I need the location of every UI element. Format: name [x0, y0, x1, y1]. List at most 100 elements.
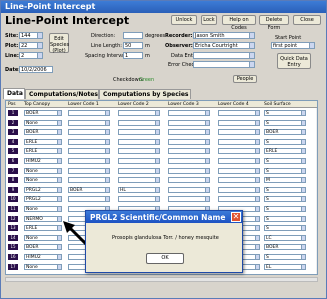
- chevron-down-icon[interactable]: [155, 178, 159, 183]
- chevron-down-icon[interactable]: [105, 197, 109, 202]
- soil-surface-select[interactable]: S: [264, 110, 306, 116]
- soil-surface-select[interactable]: LC: [264, 234, 306, 241]
- lower-code-select[interactable]: [218, 148, 260, 155]
- lower-code-select[interactable]: [118, 110, 160, 116]
- lower-code-select[interactable]: [118, 138, 160, 145]
- chevron-down-icon[interactable]: [255, 235, 259, 240]
- observer-field[interactable]: Ericha Courtright: [193, 42, 255, 49]
- top-canopy-select[interactable]: BOER: [24, 110, 62, 116]
- lower-code-select[interactable]: [118, 129, 160, 136]
- soil-surface-select[interactable]: S: [264, 186, 306, 193]
- tab-data[interactable]: Data: [3, 88, 25, 99]
- chevron-down-icon[interactable]: [301, 226, 305, 231]
- lower-code-select[interactable]: HL: [118, 186, 160, 193]
- chevron-down-icon[interactable]: [155, 111, 159, 115]
- row-position[interactable]: 10: [8, 196, 18, 203]
- tab-computations-notes[interactable]: Computations/Notes: [25, 89, 99, 99]
- chevron-down-icon[interactable]: [155, 197, 159, 202]
- soil-surface-select[interactable]: S: [264, 138, 306, 145]
- chevron-down-icon[interactable]: [37, 43, 42, 48]
- lower-code-select[interactable]: [168, 119, 210, 126]
- chevron-down-icon[interactable]: [57, 111, 61, 115]
- lower-code-select[interactable]: [168, 196, 210, 203]
- chevron-down-icon[interactable]: [57, 207, 61, 211]
- row-position[interactable]: 9: [8, 186, 18, 193]
- chevron-down-icon[interactable]: [105, 159, 109, 163]
- chevron-down-icon[interactable]: [105, 149, 109, 154]
- soil-surface-select[interactable]: ERLE: [264, 148, 306, 155]
- top-canopy-select[interactable]: HIMU2: [24, 254, 62, 260]
- chevron-down-icon[interactable]: [301, 139, 305, 144]
- lower-code-select[interactable]: [68, 148, 110, 155]
- chevron-down-icon[interactable]: [301, 178, 305, 183]
- lower-code-select[interactable]: [118, 177, 160, 184]
- lower-code-select[interactable]: [68, 119, 110, 126]
- chevron-down-icon[interactable]: [255, 207, 259, 211]
- chevron-down-icon[interactable]: [301, 130, 305, 135]
- chevron-down-icon[interactable]: [301, 111, 305, 115]
- lower-code-select[interactable]: [68, 129, 110, 136]
- row-position[interactable]: 2: [8, 119, 18, 126]
- lower-code-select[interactable]: [68, 167, 110, 174]
- chevron-down-icon[interactable]: [57, 149, 61, 154]
- chevron-down-icon[interactable]: [155, 168, 159, 173]
- chevron-down-icon[interactable]: [57, 120, 61, 125]
- row-position[interactable]: 16: [8, 254, 18, 260]
- chevron-down-icon[interactable]: [301, 187, 305, 192]
- top-canopy-select[interactable]: None: [24, 263, 62, 270]
- chevron-down-icon[interactable]: [301, 120, 305, 125]
- delete-form-button[interactable]: Delete Form: [259, 15, 289, 31]
- chevron-down-icon[interactable]: [155, 149, 159, 154]
- chevron-down-icon[interactable]: [57, 139, 61, 144]
- chevron-down-icon[interactable]: [301, 264, 305, 269]
- close-button[interactable]: Close: [293, 15, 321, 25]
- chevron-down-icon[interactable]: [205, 130, 209, 135]
- chevron-down-icon[interactable]: [155, 159, 159, 163]
- top-canopy-select[interactable]: BOER: [24, 244, 62, 251]
- chevron-down-icon[interactable]: [155, 130, 159, 135]
- chevron-down-icon[interactable]: [249, 53, 254, 58]
- chevron-down-icon[interactable]: [57, 264, 61, 269]
- top-canopy-select[interactable]: PRGL2: [24, 196, 62, 203]
- row-position[interactable]: 15: [8, 244, 18, 251]
- lower-code-select[interactable]: [118, 158, 160, 164]
- lower-code-select[interactable]: [218, 158, 260, 164]
- soil-surface-select[interactable]: BOER: [264, 244, 306, 251]
- unlock-button[interactable]: Unlock: [171, 15, 197, 25]
- chevron-down-icon[interactable]: [105, 120, 109, 125]
- row-position[interactable]: 13: [8, 225, 18, 232]
- chevron-down-icon[interactable]: [255, 197, 259, 202]
- lower-code-select[interactable]: [118, 196, 160, 203]
- chevron-down-icon[interactable]: [301, 235, 305, 240]
- chevron-down-icon[interactable]: [255, 216, 259, 221]
- line-field[interactable]: 2: [19, 52, 43, 59]
- chevron-down-icon[interactable]: [105, 130, 109, 135]
- soil-surface-select[interactable]: S: [264, 206, 306, 212]
- chevron-down-icon[interactable]: [105, 111, 109, 115]
- top-canopy-select[interactable]: None: [24, 234, 62, 241]
- spacing-field[interactable]: 1: [123, 52, 143, 59]
- chevron-down-icon[interactable]: [255, 264, 259, 269]
- chevron-down-icon[interactable]: [301, 168, 305, 173]
- chevron-down-icon[interactable]: [255, 245, 259, 250]
- soil-surface-select[interactable]: S: [264, 158, 306, 164]
- error-check-field[interactable]: [193, 61, 255, 68]
- recorder-field[interactable]: Jason Smith: [193, 32, 255, 39]
- soil-surface-select[interactable]: S: [264, 215, 306, 222]
- chevron-down-icon[interactable]: [301, 159, 305, 163]
- soil-surface-select[interactable]: BOER: [264, 129, 306, 136]
- site-field[interactable]: 144: [19, 32, 43, 39]
- row-position[interactable]: 5: [8, 148, 18, 155]
- lower-code-select[interactable]: [68, 138, 110, 145]
- date-field[interactable]: 10/2/2006: [19, 66, 53, 73]
- tab-computations-by-species[interactable]: Computations by Species: [99, 89, 191, 99]
- chevron-down-icon[interactable]: [57, 187, 61, 192]
- chevron-down-icon[interactable]: [255, 130, 259, 135]
- chevron-down-icon[interactable]: [249, 43, 254, 48]
- lower-code-select[interactable]: BOER: [68, 186, 110, 193]
- chevron-down-icon[interactable]: [37, 53, 42, 58]
- chevron-down-icon[interactable]: [255, 187, 259, 192]
- chevron-down-icon[interactable]: [105, 178, 109, 183]
- lower-code-select[interactable]: [168, 110, 210, 116]
- chevron-down-icon[interactable]: [57, 168, 61, 173]
